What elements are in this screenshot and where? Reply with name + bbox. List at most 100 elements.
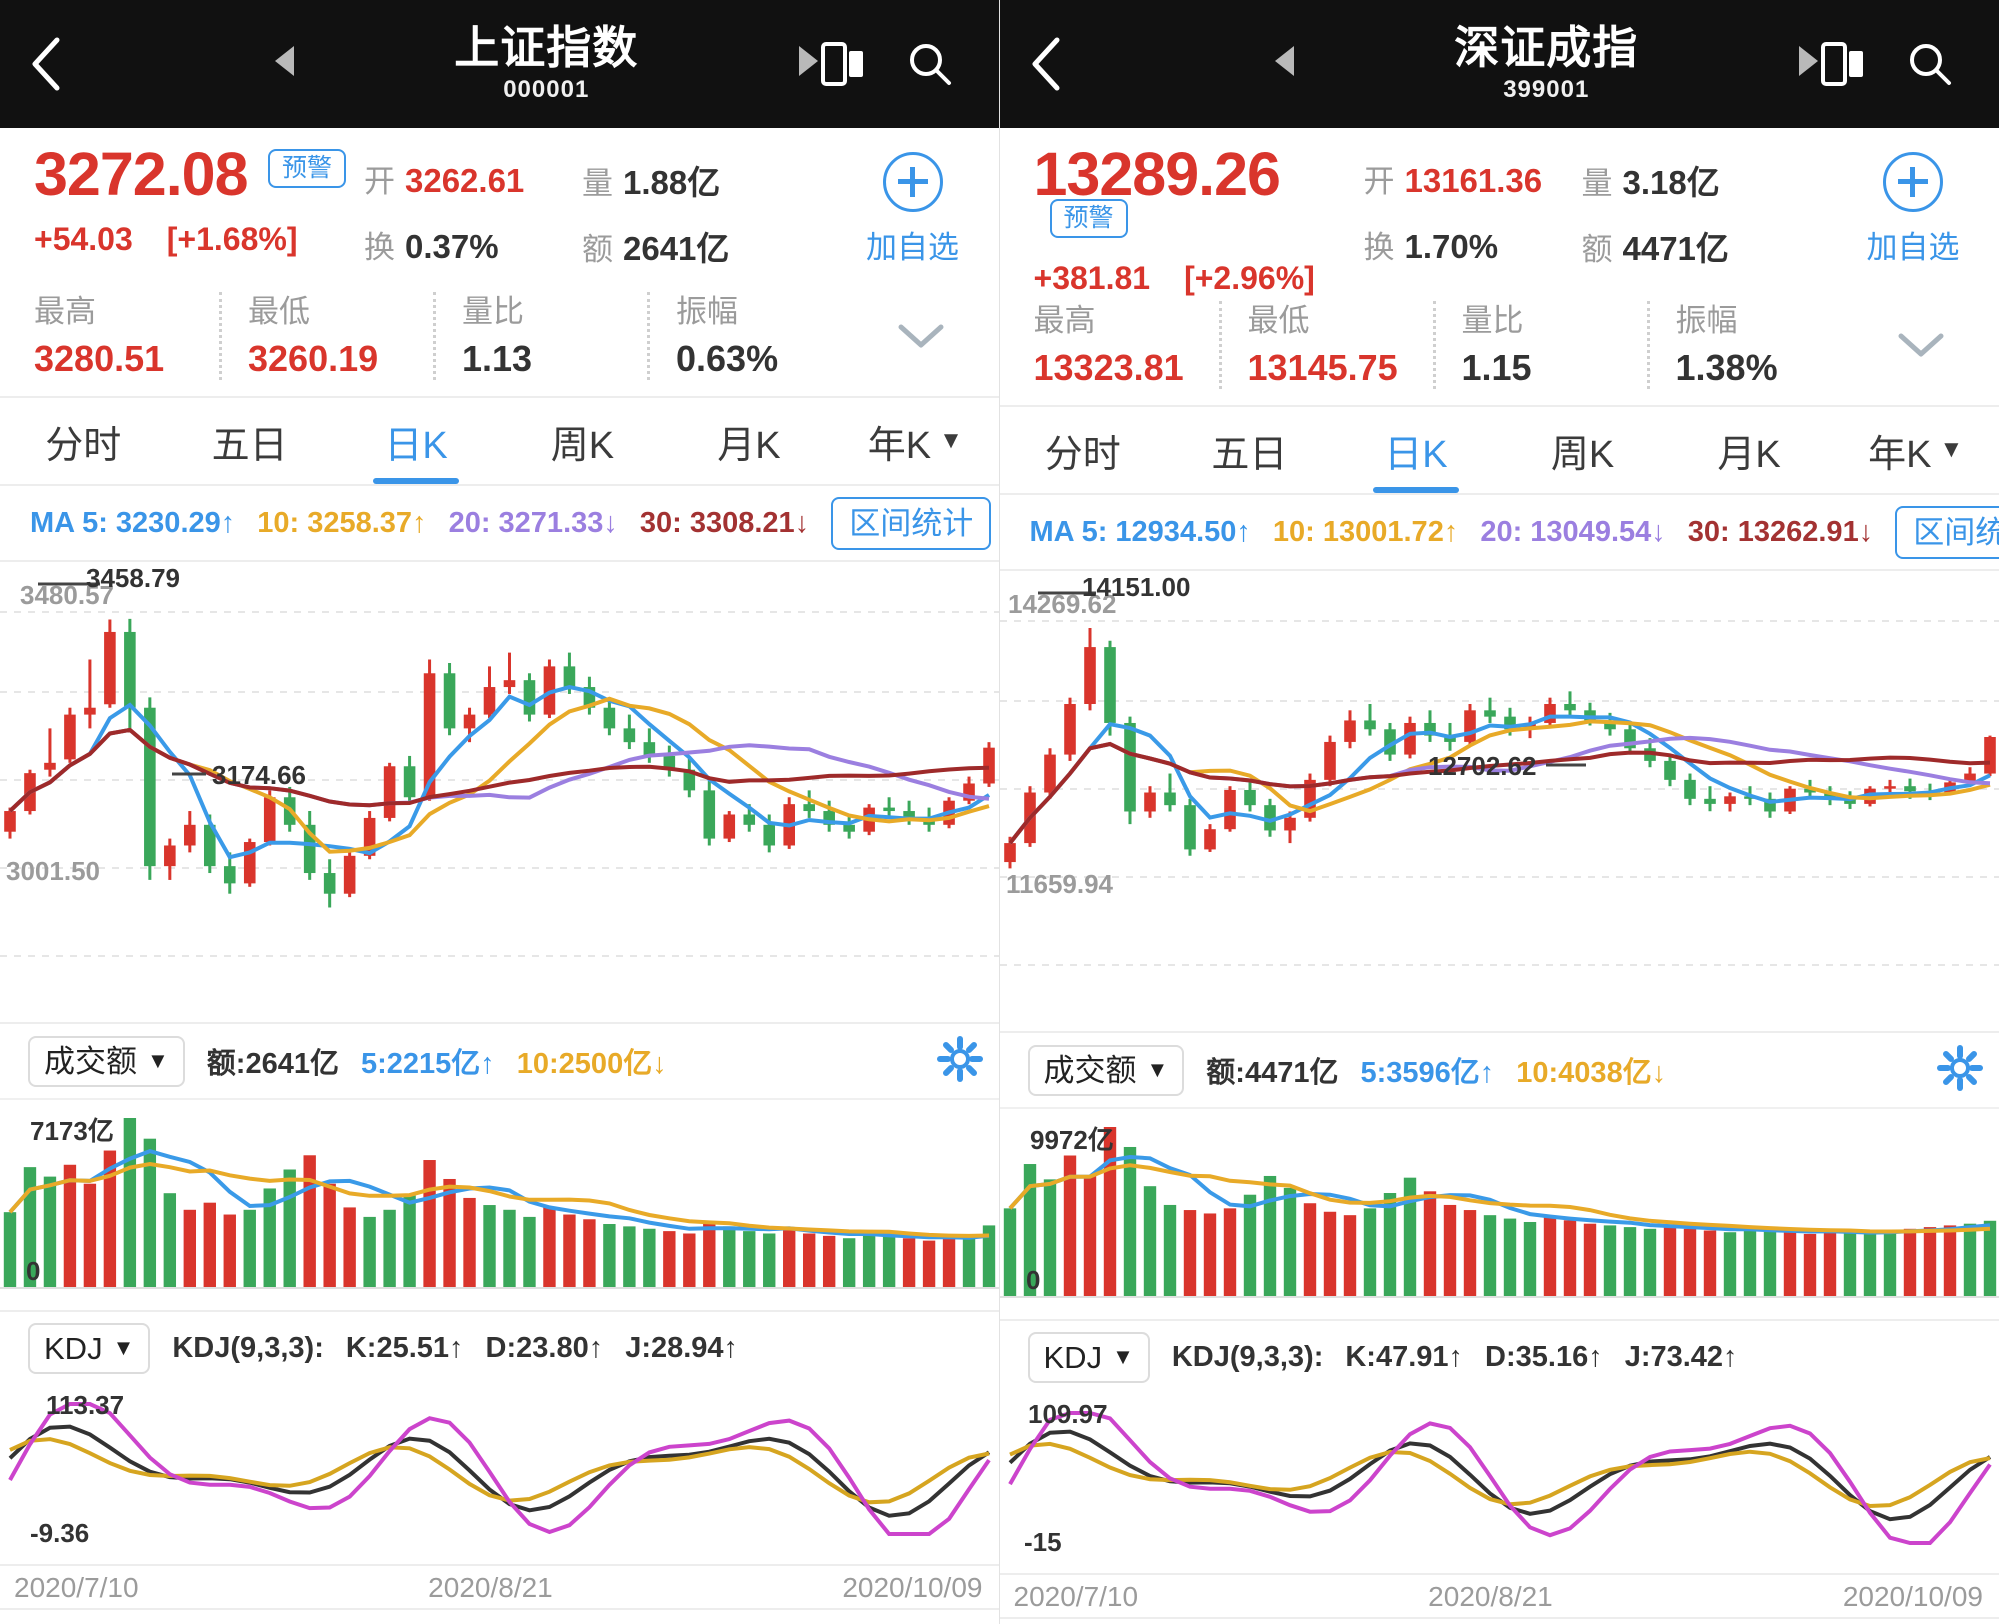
tab-monthly-k[interactable]: 月K <box>1666 407 1833 493</box>
expand-quote-button[interactable] <box>861 292 981 350</box>
tab-daily-k[interactable]: 日K <box>333 398 499 484</box>
kdj-header-sz: KDJ ▼ KDJ(9,3,3): K:47.91↑ D:35.16↑ J:73… <box>999 1319 1999 1393</box>
stat-label: 最高 <box>34 294 96 329</box>
add-watchlist-label: 加自选 <box>866 230 959 265</box>
chart-settings-button[interactable] <box>936 1035 983 1087</box>
tab-five-day[interactable]: 五日 <box>1166 407 1333 493</box>
compare-button[interactable] <box>1821 41 1865 87</box>
volume-svg: 9972亿 0 <box>999 1125 1999 1299</box>
stat-label: 最低 <box>1247 303 1310 338</box>
volume-indicator-selector[interactable]: 成交额 ▼ <box>28 1035 185 1087</box>
tab-label: 日K <box>384 424 448 467</box>
tab-weekly-k[interactable]: 周K <box>1499 407 1666 493</box>
breadth-footer-sz: 上涨 2192家 平盘 106家 下跌 113家 <box>999 1617 1999 1624</box>
kdj-indicator-selector[interactable]: KDJ ▼ <box>28 1322 151 1374</box>
volume-ma10: 10:4038亿↓ <box>1516 1057 1667 1090</box>
tab-intraday[interactable]: 分时 <box>0 398 166 484</box>
tab-daily-k[interactable]: 日K <box>1333 407 1500 493</box>
kchart-high-label: 3458.79 <box>86 563 180 593</box>
quote-block: 13289.26 预警 +381.81 [+2.96%] 开 13161.36 <box>999 128 1999 408</box>
kdj-chart-sz[interactable]: 109.97 -15 <box>1000 1393 1999 1573</box>
stat-high: 最高 3280.51 <box>34 292 219 380</box>
tab-monthly-k[interactable]: 月K <box>666 398 832 484</box>
page-title: 上证指数 <box>454 22 639 74</box>
add-watchlist-button[interactable]: 加自选 <box>833 144 993 267</box>
alert-button[interactable]: 预警 <box>1049 199 1128 238</box>
pane-shenzhen-index: 深证成指 399001 13289.26 预警 +381.81 [+2.96%]… <box>998 0 1999 1624</box>
triangle-left-icon <box>275 46 294 76</box>
volume-zero-label: 0 <box>1026 1265 1040 1295</box>
tab-yearly-k[interactable]: 年K ▼ <box>1832 407 1999 493</box>
compare-icon <box>820 42 863 86</box>
quote-fields: 开 13161.36 量 3.18亿 换 1.70% 额 4471亿 <box>1364 144 1834 288</box>
volume-indicator-selector[interactable]: 成交额 ▼ <box>1027 1044 1185 1096</box>
triangle-right-icon <box>1799 46 1818 76</box>
kdj-j-value: J:73.42↑ <box>1624 1340 1738 1373</box>
prev-symbol-button[interactable] <box>1272 44 1298 84</box>
nav-title-block: 上证指数 000001 <box>298 24 795 103</box>
field-value: 4471亿 <box>1622 230 1729 267</box>
chart-settings-button[interactable] <box>1937 1044 1983 1096</box>
candlestick-chart-sh[interactable]: 3480.57 3458.79 3174.66 3001.50 <box>0 560 999 1025</box>
expand-quote-button[interactable] <box>1861 301 1981 359</box>
search-button[interactable] <box>907 41 953 87</box>
volume-chart-sh[interactable]: 7173亿 0 <box>0 1100 999 1310</box>
pane-shanghai-index: 上证指数 000001 3272.08 预警 +54.03 [+1.68%] 开… <box>0 0 999 1624</box>
nav-title-block: 深证成指 399001 <box>1298 24 1796 103</box>
prev-symbol-button[interactable] <box>272 44 298 84</box>
navbar: 上证指数 000001 <box>0 0 999 128</box>
tab-intraday[interactable]: 分时 <box>1000 407 1167 493</box>
change-group: +54.03 [+1.68%] <box>34 221 364 258</box>
tab-five-day[interactable]: 五日 <box>166 398 332 484</box>
stat-low: 最低 3260.19 <box>219 292 433 381</box>
candlestick-chart-sz[interactable]: 14269.62 14151.00 12702.62 11659.94 <box>999 569 1999 1034</box>
quote-field-volume: 量 3.18亿 <box>1582 156 1800 204</box>
next-symbol-button[interactable] <box>795 44 821 84</box>
quote-field-turnover-rate: 换 0.37% <box>364 222 582 270</box>
kdj-chart-sh[interactable]: 113.37 -9.36 <box>0 1384 999 1564</box>
back-button[interactable] <box>0 35 92 93</box>
selector-label: KDJ <box>44 1330 103 1366</box>
ma5-legend: MA 5: 3230.29↑ <box>30 506 236 539</box>
stat-value: 3260.19 <box>248 338 379 380</box>
tab-label: 周K <box>1550 433 1615 476</box>
range-statistics-button[interactable]: 区间统计 <box>831 496 992 550</box>
volume-ma5: 5:2215亿↑ <box>360 1048 495 1081</box>
tab-label: 年K <box>1868 433 1932 476</box>
kdj-indicator-selector[interactable]: KDJ ▼ <box>1027 1331 1150 1383</box>
stat-value: 1.38% <box>1675 347 1778 389</box>
ma10-legend: 10: 13001.72↑ <box>1272 515 1459 548</box>
candlestick-svg: 14269.62 14151.00 12702.62 11659.94 <box>999 572 1999 967</box>
back-button[interactable] <box>1000 35 1092 93</box>
axis-label-mid: 2020/8/21 <box>1428 1581 1553 1613</box>
alert-button[interactable]: 预警 <box>267 149 346 188</box>
kdj-bottom-label: -15 <box>1024 1527 1062 1557</box>
kdj-top-label: 113.37 <box>46 1390 124 1420</box>
tab-label: 五日 <box>211 424 288 467</box>
tab-label: 月K <box>1717 433 1781 476</box>
range-statistics-button[interactable]: 区间统计 <box>1895 505 1999 559</box>
stat-value: 13323.81 <box>1033 347 1184 389</box>
add-watchlist-button[interactable]: 加自选 <box>1833 144 1993 267</box>
next-symbol-button[interactable] <box>1795 44 1821 84</box>
navbar: 深证成指 399001 <box>999 0 1999 128</box>
tab-weekly-k[interactable]: 周K <box>499 398 665 484</box>
search-icon <box>909 44 951 85</box>
compare-button[interactable] <box>820 41 865 87</box>
kdj-header-sh: KDJ ▼ KDJ(9,3,3): K:25.51↑ D:23.80↑ J:28… <box>0 1310 999 1384</box>
selector-label: KDJ <box>1043 1339 1103 1375</box>
gear-icon <box>1937 1044 1983 1091</box>
chevron-down-icon <box>898 324 944 348</box>
volume-header-sh: 成交额 ▼ 额:2641亿 5:2215亿↑ 10:2500亿↓ <box>0 1024 999 1101</box>
stat-label: 最低 <box>248 294 310 329</box>
kdj-j-value: J:28.94↑ <box>625 1331 739 1364</box>
change-percent: [+1.68%] <box>166 221 298 257</box>
tab-yearly-k[interactable]: 年K ▼ <box>832 398 998 484</box>
kdj-formula: KDJ(9,3,3): <box>1171 1340 1324 1373</box>
volume-chart-sz[interactable]: 9972亿 0 <box>999 1109 1999 1319</box>
chevron-down-icon <box>1898 333 1943 357</box>
stat-volume-ratio: 量比 1.15 <box>1432 301 1647 390</box>
search-button[interactable] <box>1907 41 1953 87</box>
stat-label: 振幅 <box>676 294 738 329</box>
price-group: 3272.08 预警 +54.03 [+1.68%] <box>34 144 364 258</box>
